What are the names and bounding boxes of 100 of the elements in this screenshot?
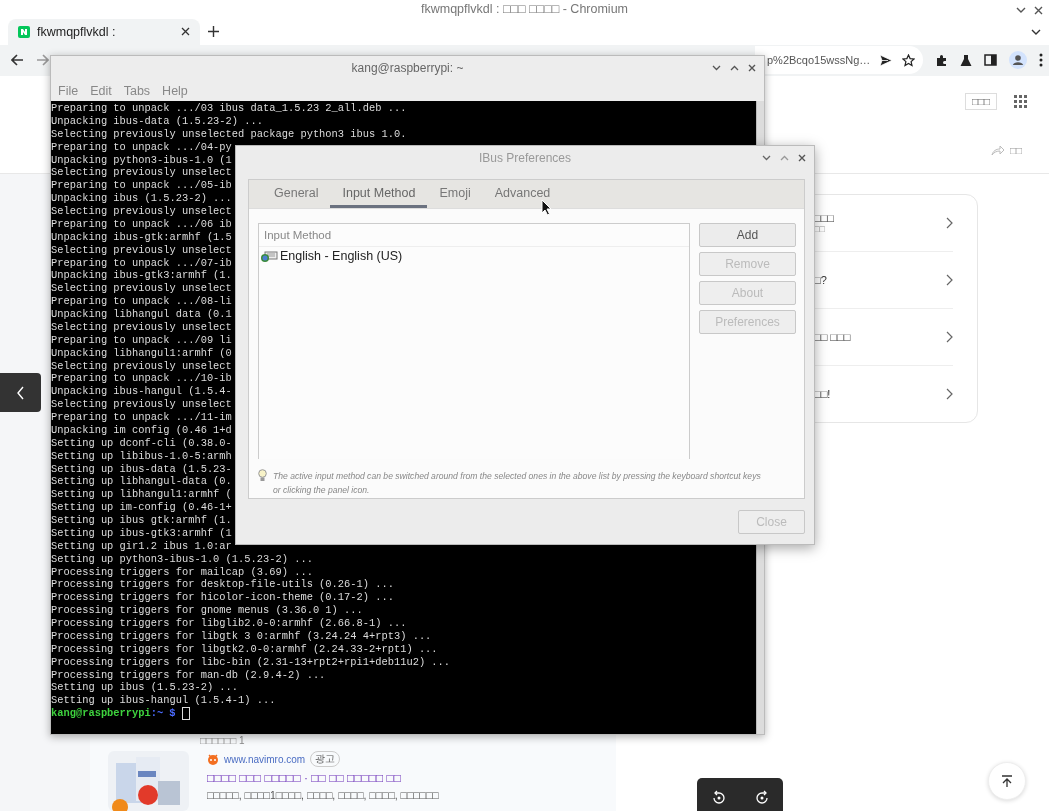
menu-item[interactable]: Tabs <box>123 83 151 98</box>
text-cursor <box>181 707 190 721</box>
output-line: Preparing to unpack .../06 ib <box>51 217 232 231</box>
output-line: Setting up libhangul-data (0. <box>51 475 232 489</box>
output-line: Unpacking ibus-hangul (1.5.4- <box>51 385 232 399</box>
output-line: Setting up python3-ibus-1.0 (1.5.23-2) ... <box>51 552 313 566</box>
output-line: Preparing to unpack .../11-im <box>51 411 232 424</box>
dialog-button[interactable]: Add <box>699 223 796 247</box>
output-line: Setting up ibus-hangul (1.5.4-1) ... <box>51 694 276 708</box>
apps-grid-icon[interactable] <box>1014 95 1027 108</box>
chevron-right-icon <box>946 274 953 286</box>
back-arrow-icon[interactable] <box>11 54 24 67</box>
share-icon <box>990 145 1005 156</box>
prompt-path: :~ <box>150 707 164 721</box>
window-title: fkwmqpflvkdl : □□□ □□□□ - Chromium <box>420 2 628 17</box>
close-icon[interactable] <box>181 27 190 36</box>
window-title: IBus Preferences <box>478 151 571 165</box>
output-line: Preparing to unpack .../10-ib <box>51 372 232 386</box>
output-line: Selecting previously unselect <box>51 320 232 334</box>
header-button[interactable]: □□□ <box>964 93 997 110</box>
output-line: Processing triggers for libgtk 3 0:armhf (3.24.24 4+rpt3) ... <box>51 629 432 643</box>
minimize-icon[interactable] <box>712 65 721 71</box>
output-line: Selecting previously unselect <box>51 359 232 373</box>
output-line: Unpacking libhangul1:armhf (0 <box>51 346 232 360</box>
favicon-icon <box>18 25 30 38</box>
menu-item[interactable]: Edit <box>90 83 112 98</box>
output-line: Preparing to unpack .../03 ibus data_1.5.23 2_all.deb ... <box>51 102 407 115</box>
output-line: Processing triggers for gnome menus (3.36.0 1) ... <box>51 604 363 617</box>
rewind-icon[interactable] <box>710 790 727 806</box>
minimize-icon[interactable] <box>1016 6 1026 14</box>
url-text: p%2Bcqo15wssNg… <box>767 54 871 67</box>
output-line: Selecting previously unselected package python3 ibus 1.0. <box>51 127 407 141</box>
output-line: Processing triggers for libglib2.0-0:armhf (2.66.8-1) ... <box>51 617 407 630</box>
output-line: Setting up ibus-gtk3:armhf (1 <box>51 526 232 540</box>
chevron-right-icon <box>946 331 953 343</box>
minimize-icon[interactable] <box>762 155 771 161</box>
forward-arrow-icon[interactable] <box>36 54 49 67</box>
window-title: kang@raspberrypi: ~ <box>351 61 464 75</box>
tab[interactable]: Emoji <box>427 180 483 208</box>
output-line: Unpacking im config (0.46 1+d <box>51 423 232 437</box>
output-line: Selecting previously unselect <box>51 205 232 218</box>
arrow-up-icon <box>1001 774 1013 788</box>
send-icon[interactable] <box>880 54 893 66</box>
output-line: Setting up ibus-data (1.5.23- <box>51 462 232 476</box>
prompt-symbol: $ <box>169 707 176 721</box>
site-url[interactable]: www.navimro.com <box>224 753 306 765</box>
browser-tab[interactable]: fkwmqpflvkdl : <box>8 18 200 45</box>
tab[interactable]: General <box>262 180 331 208</box>
close-icon[interactable] <box>798 154 806 162</box>
output-line: Unpacking python3-ibus-1.0 (1 <box>51 153 232 167</box>
ad-title-link[interactable]: □□□□ □□□ □□□□□ · □□ □□ □□□□□ □□ <box>207 771 439 785</box>
output-line: Selecting previously unselect <box>51 243 232 257</box>
favicon-icon <box>207 753 219 765</box>
star-icon[interactable] <box>902 53 916 67</box>
output-line: Processing triggers for libgtk2.0-0:armhf (2.24.33-2+rpt1) ... <box>51 642 438 656</box>
chevron-down-icon[interactable] <box>1031 28 1041 36</box>
output-line: Setting up libhangul1:armhf ( <box>51 488 232 502</box>
output-line: Preparing to unpack .../04-py <box>51 140 232 154</box>
output-line: Setting up libibus-1.0-5:armh <box>51 449 232 463</box>
chevron-right-icon <box>946 217 953 229</box>
prompt-user: kang@raspberrypi <box>51 707 151 721</box>
output-line: Processing triggers for desktop-file-utils (0.26-1) ... <box>51 578 394 592</box>
chevron-right-icon <box>946 388 953 400</box>
address-bar[interactable]: p%2Bcqo15wssNg… <box>755 46 923 75</box>
maximize-icon[interactable] <box>730 65 739 71</box>
close-icon[interactable] <box>748 64 756 72</box>
output-line: Unpacking ibus-gtk3:armhf (1. <box>51 269 232 283</box>
list-item[interactable]: English - English (US) <box>259 247 689 265</box>
output-line: Processing triggers for man-db (2.9.4-2) ... <box>51 668 326 682</box>
puzzle-icon[interactable] <box>935 53 948 67</box>
menu-item[interactable]: Help <box>162 83 188 98</box>
share-button[interactable]: □□ <box>990 145 1022 156</box>
output-line: Selecting previously unselect <box>51 398 232 411</box>
output-line: Unpacking ibus-gtk:armhf (1.5 <box>51 230 232 244</box>
item-title: □□! <box>814 388 831 400</box>
tab[interactable]: Advanced <box>482 180 563 208</box>
profile-icon[interactable] <box>1009 51 1027 70</box>
flask-icon[interactable] <box>960 53 972 67</box>
new-tab-icon[interactable] <box>208 26 219 37</box>
output-line: Setting up gir1.2 ibus 1.0:ar <box>51 539 232 553</box>
output-line: Preparing to unpack .../08-li <box>51 295 232 308</box>
output-line: Processing triggers for mailcap (3.69) ... <box>51 565 313 579</box>
previous-button[interactable] <box>0 373 41 412</box>
ad-description: □□□□□, □□□□1□□□□, □□□□, □□□□, □□□□, □□□□□□ <box>207 789 439 801</box>
side-panel-icon[interactable] <box>984 54 997 67</box>
output-line: Processing triggers for libc-bin (2.31-13+rpt2+rpi1+deb11u2) ... <box>51 655 451 669</box>
output-line: Setting up dconf-cli (0.38.0- <box>51 436 232 450</box>
forward-icon[interactable] <box>753 790 770 806</box>
output-line: Setting up im-config (0.46-1+ <box>51 501 232 514</box>
output-line: Preparing to unpack .../07-ib <box>51 256 232 270</box>
close-icon[interactable] <box>1034 6 1043 15</box>
result-meta: □□□□□□ 1 <box>200 735 246 746</box>
output-line: Unpacking ibus-data (1.5.23-2) ... <box>51 114 263 128</box>
menu-item[interactable]: File <box>58 83 79 98</box>
output-line: Selecting previously unselect <box>51 282 232 296</box>
output-line: Setting up ibus gtk:armhf (1. <box>51 514 232 527</box>
card-item[interactable]: □□! <box>814 366 953 422</box>
column-header: Input Method <box>259 224 689 247</box>
menu-icon[interactable] <box>1039 53 1043 68</box>
output-line: Setting up ibus (1.5.23-2) ... <box>51 681 239 695</box>
